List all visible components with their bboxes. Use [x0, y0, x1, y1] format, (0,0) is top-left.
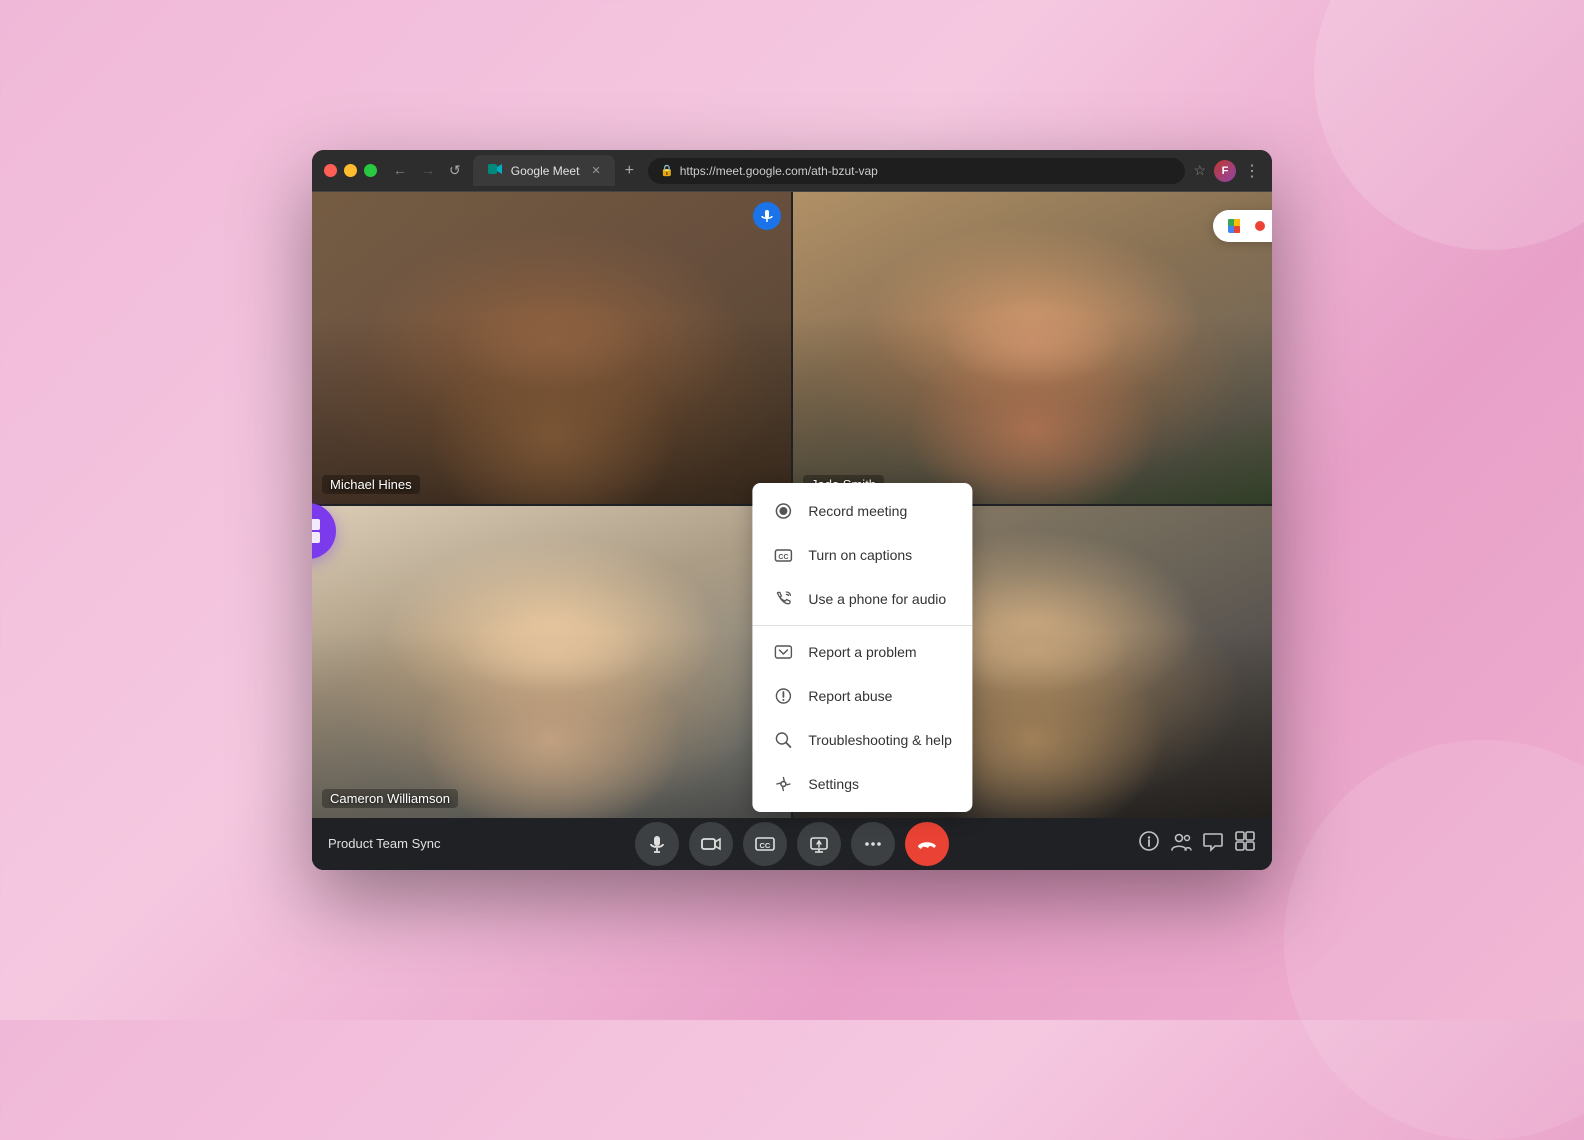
record-label: Record meeting	[808, 503, 907, 519]
url-text: https://meet.google.com/ath-bzut-vap	[680, 164, 878, 178]
back-button[interactable]: ←	[389, 160, 411, 181]
rec-indicator	[1255, 221, 1265, 231]
bookmark-icon[interactable]: ☆	[1193, 162, 1206, 179]
controls-right	[1138, 830, 1256, 858]
forward-button[interactable]: →	[417, 160, 439, 181]
menu-item-report-abuse[interactable]: Report abuse	[752, 674, 972, 718]
menu-item-phone[interactable]: Use a phone for audio	[752, 577, 972, 621]
profile-avatar[interactable]: F	[1214, 160, 1236, 182]
participant-name-3: Cameron Williamson	[322, 789, 458, 808]
rec-badge: REC	[1213, 210, 1272, 242]
svg-text:CC: CC	[760, 841, 771, 850]
phone-label: Use a phone for audio	[808, 591, 946, 607]
settings-icon	[772, 773, 794, 795]
present-button[interactable]	[797, 822, 841, 866]
browser-navigation: ← → ↺	[389, 160, 465, 181]
participant-name-1: Michael Hines	[322, 475, 420, 494]
video-tile-1: Michael Hines	[312, 192, 791, 504]
troubleshoot-label: Troubleshooting & help	[808, 732, 951, 748]
video-tile-3: Cameron Williamson	[312, 506, 791, 818]
tab-close-button[interactable]: ✕	[591, 164, 600, 177]
activities-button[interactable]	[1234, 830, 1256, 858]
troubleshoot-icon	[772, 729, 794, 751]
maximize-button[interactable]	[364, 164, 377, 177]
browser-chrome: ← → ↺ Google Meet ✕ + 🔒 https://meet.goo…	[312, 150, 1272, 192]
captions-label: Turn on captions	[808, 547, 912, 563]
browser-actions: ☆ F ⋮	[1193, 160, 1260, 182]
tab-favicon	[487, 161, 503, 180]
traffic-lights	[324, 164, 377, 177]
menu-item-troubleshoot[interactable]: Troubleshooting & help	[752, 718, 972, 762]
refresh-button[interactable]: ↺	[445, 160, 465, 181]
report-abuse-label: Report abuse	[808, 688, 892, 704]
phone-icon	[772, 588, 794, 610]
controls-center: CC	[635, 822, 949, 866]
svg-text:CC: CC	[778, 554, 788, 561]
captions-button[interactable]: CC	[743, 822, 787, 866]
menu-icon[interactable]: ⋮	[1244, 161, 1260, 181]
report-problem-icon	[772, 641, 794, 663]
report-problem-label: Report a problem	[808, 644, 916, 660]
meet-controls: Product Team Sync	[312, 818, 1272, 870]
menu-item-captions[interactable]: CC Turn on captions	[752, 533, 972, 577]
captions-icon: CC	[772, 544, 794, 566]
lock-icon: 🔒	[660, 164, 674, 177]
meet-content: REC Michael Hines	[312, 192, 1272, 870]
meeting-title-area: Product Team Sync	[328, 835, 440, 853]
new-tab-button[interactable]: +	[619, 163, 640, 179]
address-bar[interactable]: 🔒 https://meet.google.com/ath-bzut-vap	[648, 158, 1185, 184]
info-button[interactable]	[1138, 830, 1160, 858]
video-tile-2: Jada Smith	[793, 192, 1272, 504]
menu-item-record[interactable]: Record meeting	[752, 489, 972, 533]
minimize-button[interactable]	[344, 164, 357, 177]
menu-item-report-problem[interactable]: Report a problem	[752, 630, 972, 674]
context-menu: Record meeting CC Turn on captions	[752, 483, 972, 812]
camera-button[interactable]	[689, 822, 733, 866]
browser-tab[interactable]: Google Meet ✕	[473, 155, 615, 186]
more-options-button[interactable]	[851, 822, 895, 866]
menu-divider-1	[752, 625, 972, 626]
chat-button[interactable]	[1202, 830, 1224, 858]
meeting-title: Product Team Sync	[328, 836, 440, 851]
settings-label: Settings	[808, 776, 859, 792]
report-abuse-icon	[772, 685, 794, 707]
end-call-button[interactable]	[905, 822, 949, 866]
mic-active-icon	[753, 202, 781, 230]
menu-item-settings[interactable]: Settings	[752, 762, 972, 806]
participants-button[interactable]	[1170, 830, 1192, 858]
browser-window: ← → ↺ Google Meet ✕ + 🔒 https://meet.goo…	[312, 150, 1272, 870]
close-button[interactable]	[324, 164, 337, 177]
record-icon	[772, 500, 794, 522]
tab-title: Google Meet	[511, 164, 580, 178]
microphone-button[interactable]	[635, 822, 679, 866]
